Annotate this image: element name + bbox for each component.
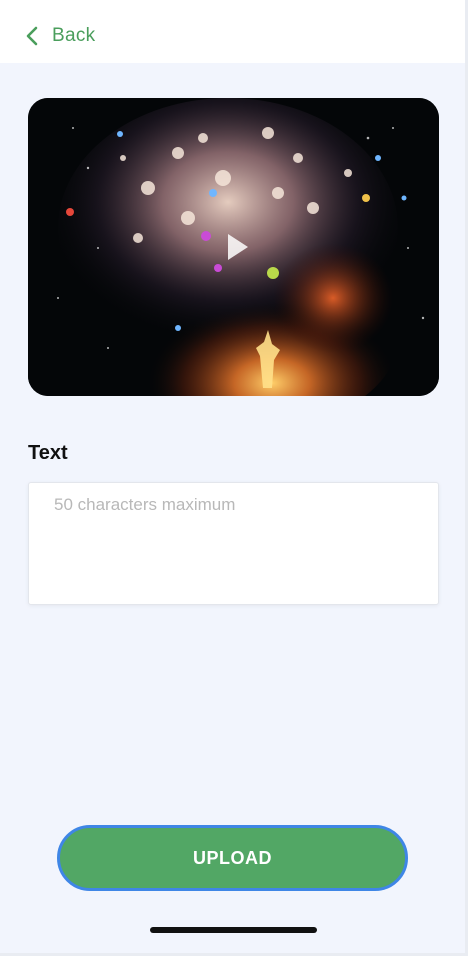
text-field-label: Text	[28, 442, 68, 464]
text-input[interactable]	[54, 495, 413, 592]
home-indicator	[150, 927, 317, 933]
chevron-left-icon	[26, 26, 38, 46]
video-preview[interactable]	[28, 98, 439, 396]
back-button[interactable]: Back	[26, 22, 95, 50]
upload-button[interactable]: UPLOAD	[57, 825, 408, 891]
upload-screen: Back Text 50 characters maximum UPLOAD	[0, 0, 465, 953]
top-bar: Back	[0, 0, 465, 63]
text-input-container	[28, 482, 439, 605]
back-label: Back	[52, 25, 96, 46]
play-icon[interactable]	[226, 232, 250, 262]
